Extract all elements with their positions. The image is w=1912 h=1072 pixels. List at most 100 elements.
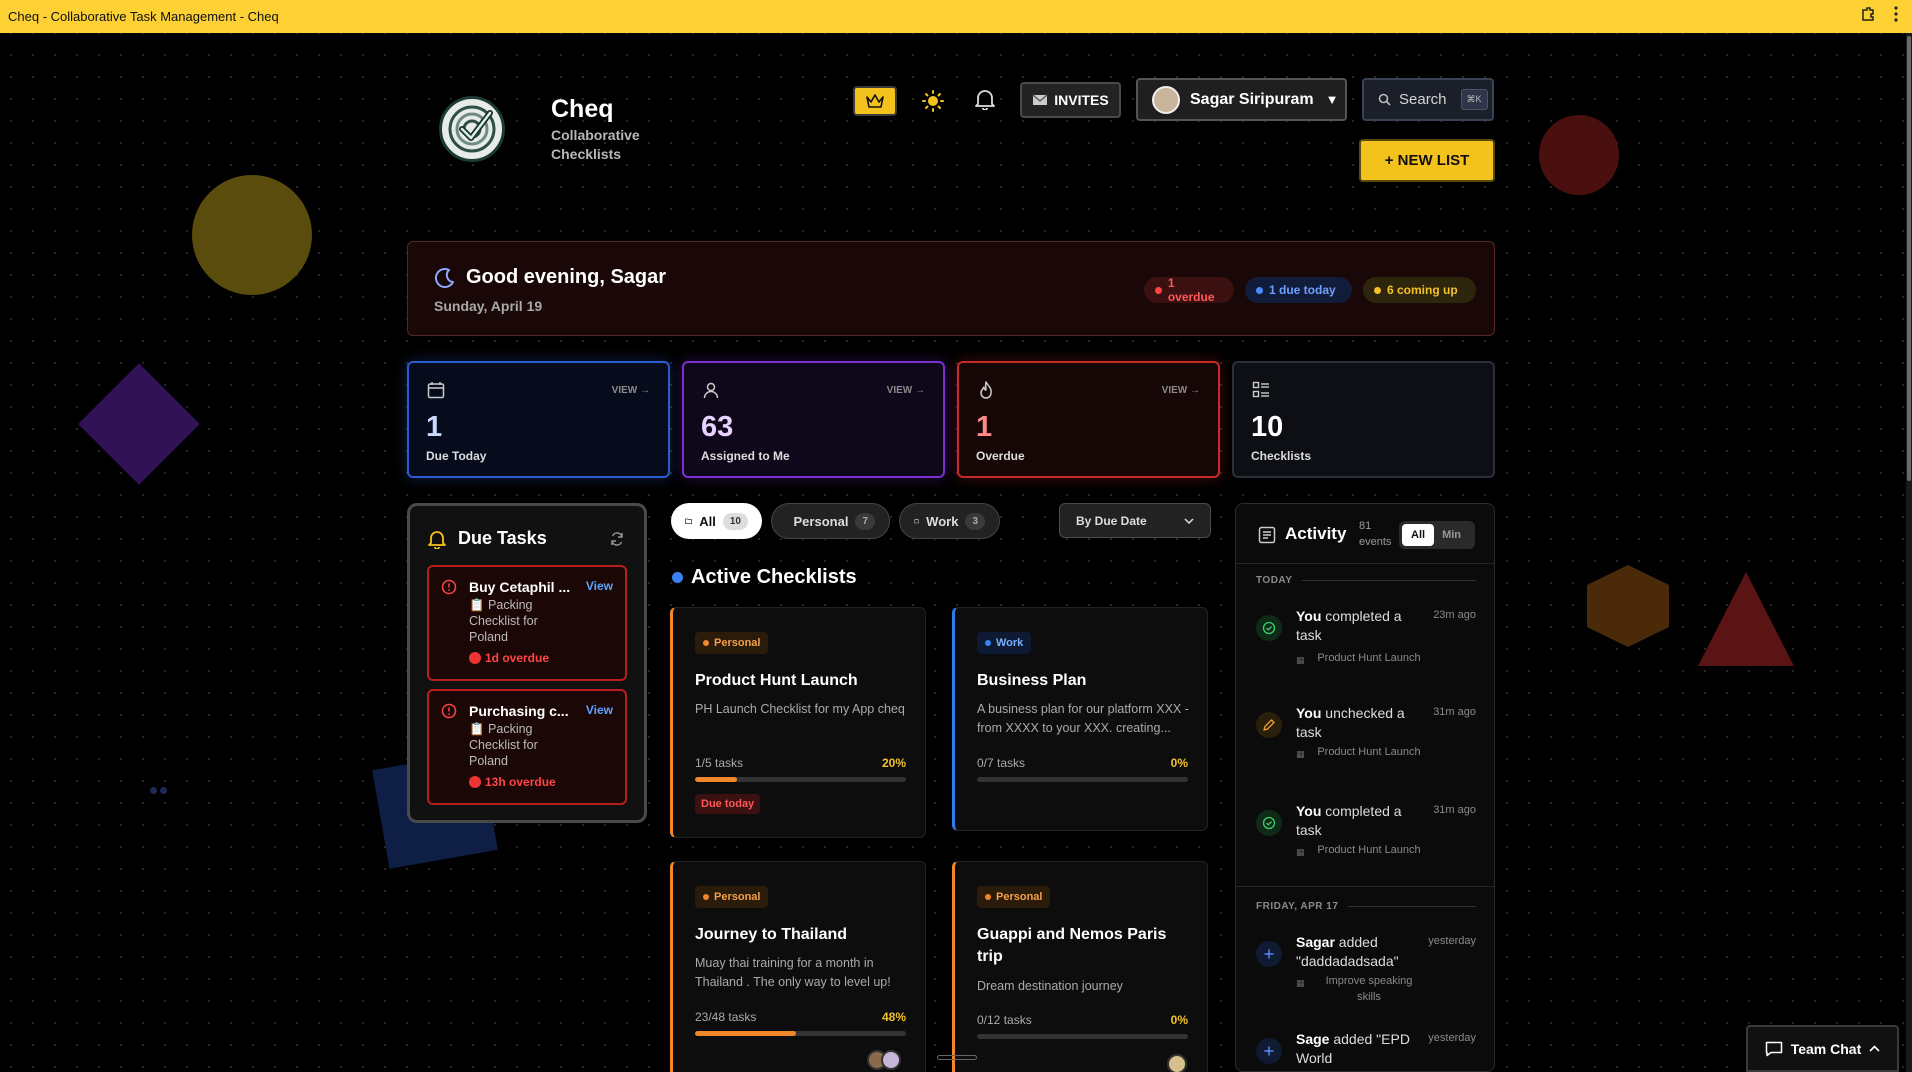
due-today-pill[interactable]: 1 due today <box>1245 277 1352 303</box>
due-task-card[interactable]: Purchasing c... View 📋 Packing Checklist… <box>427 689 627 805</box>
invites-button[interactable]: INVITES <box>1020 82 1121 118</box>
team-chat-button[interactable]: Team Chat <box>1746 1025 1899 1072</box>
chat-icon <box>1765 1041 1782 1056</box>
due-task-list: 📋 Packing Checklist for Poland <box>469 598 538 644</box>
activity-title: Activity <box>1285 524 1347 543</box>
deco-dots <box>150 787 170 795</box>
filter-all[interactable]: All 10 <box>671 503 762 539</box>
filter-all-count: 10 <box>722 512 748 530</box>
user-icon <box>703 382 719 399</box>
activity-item[interactable]: Sagar added "daddadadsada" yesterday ▦ I… <box>1256 933 1476 1025</box>
active-checklists-heading: Active Checklists <box>672 566 857 589</box>
checklist-title: Product Hunt Launch <box>695 672 858 689</box>
due-task-view-link[interactable]: View <box>586 579 613 593</box>
stat-label: Due Today <box>426 449 487 463</box>
deco-red-triangle <box>1698 572 1794 666</box>
overdue-text: 13h overdue <box>485 775 556 789</box>
list-icon: ▦ <box>1296 749 1305 759</box>
crown-icon <box>866 94 884 108</box>
due-today-pill-label: 1 due today <box>1269 283 1336 297</box>
activity-view-toggle[interactable]: All Min <box>1399 521 1475 549</box>
filter-personal[interactable]: Personal 7 <box>771 503 890 539</box>
checklist-card[interactable]: Personal Product Hunt Launch PH Launch C… <box>670 607 926 838</box>
premium-button[interactable] <box>853 86 897 116</box>
stat-due-today[interactable]: VIEW → 1 Due Today <box>407 361 670 478</box>
coming-up-pill[interactable]: 6 coming up <box>1363 277 1476 303</box>
flame-icon <box>980 381 992 399</box>
briefcase-icon <box>914 518 920 524</box>
logo-check-icon <box>448 105 496 153</box>
stat-value: 10 <box>1251 411 1284 443</box>
stat-label: Assigned to Me <box>701 449 790 463</box>
activity-list-icon <box>1258 526 1276 544</box>
activity-group-header: FRIDAY, APR 17 <box>1256 901 1476 912</box>
refresh-icon[interactable] <box>610 532 624 546</box>
toggle-min[interactable]: Min <box>1434 524 1469 546</box>
checklist-title: Journey to Thailand <box>695 926 848 943</box>
search-button[interactable]: Search ⌘K <box>1362 78 1494 121</box>
overdue-pill[interactable]: 1 overdue <box>1144 276 1234 304</box>
due-task-card[interactable]: Buy Cetaphil ... View 📋 Packing Checklis… <box>427 565 627 681</box>
drag-handle[interactable] <box>937 1055 977 1060</box>
scrollbar-thumb[interactable] <box>1907 36 1911 481</box>
pencil-icon <box>1256 712 1282 738</box>
stat-view-link[interactable]: VIEW → <box>612 385 650 396</box>
list-icon: ▦ <box>1296 655 1305 665</box>
member-avatar <box>881 1050 901 1070</box>
check-circle-icon <box>1256 810 1282 836</box>
kebab-menu-icon[interactable] <box>1894 6 1898 22</box>
dot-icon <box>985 640 991 646</box>
app-logo[interactable] <box>439 96 505 162</box>
sun-icon <box>922 90 944 112</box>
user-icon <box>786 520 787 522</box>
bell-icon <box>428 531 446 549</box>
stat-view-link[interactable]: VIEW → <box>887 385 925 396</box>
user-menu-button[interactable]: Sagar Siripuram ▼ <box>1136 78 1347 121</box>
search-shortcut: ⌘K <box>1460 89 1488 110</box>
sort-select[interactable]: By Due Date <box>1059 503 1211 538</box>
stat-checklists[interactable]: 10 Checklists <box>1232 361 1495 478</box>
filter-work[interactable]: Work 3 <box>899 503 1000 539</box>
alert-circle-icon <box>441 579 457 595</box>
checklist-progress-fill <box>695 1031 797 1036</box>
stat-overdue[interactable]: VIEW → 1 Overdue <box>957 361 1220 478</box>
user-name: Sagar Siripuram <box>1190 90 1314 108</box>
greeting-banner: Good evening, Sagar Sunday, April 19 1 o… <box>407 241 1495 336</box>
checklist-card[interactable]: Personal Guappi and Nemos Paris trip Dre… <box>952 861 1208 1072</box>
member-avatar <box>1167 1054 1187 1072</box>
extension-icon[interactable] <box>1860 6 1876 22</box>
activity-item[interactable]: Sage added "EPD World yesterday <box>1256 1030 1476 1071</box>
activity-time: yesterday <box>1428 1032 1476 1044</box>
checklist-percent: 20% <box>881 756 906 770</box>
checklist-task-count: 0/12 tasks <box>977 1013 1032 1027</box>
checklist-task-count: 1/5 tasks <box>695 756 744 770</box>
red-circle-icon <box>469 652 481 664</box>
checklist-card[interactable]: Work Business Plan A business plan for o… <box>952 607 1208 831</box>
due-task-view-link[interactable]: View <box>586 703 613 717</box>
activity-text: You unchecked a task <box>1296 704 1416 742</box>
due-task-title: Buy Cetaphil ... <box>469 579 571 595</box>
dot-icon <box>703 640 709 646</box>
activity-text: Sagar added "daddadadsada" <box>1296 933 1416 971</box>
toggle-all[interactable]: All <box>1402 524 1435 546</box>
stat-view-link[interactable]: VIEW → <box>1162 385 1200 396</box>
activity-item[interactable]: You unchecked a task 31m ago ▦ Product H… <box>1256 704 1476 796</box>
activity-item[interactable]: You completed a task 31m ago ▦ Product H… <box>1256 802 1476 894</box>
dot-icon <box>703 894 709 900</box>
checklist-card[interactable]: Personal Journey to Thailand Muay thai t… <box>670 861 926 1072</box>
stat-assigned-to-me[interactable]: VIEW → 63 Assigned to Me <box>682 361 945 478</box>
chevron-up-icon <box>1869 1045 1880 1052</box>
due-task-list: 📋 Packing Checklist for Poland <box>469 722 538 768</box>
checklist-task-count: 23/48 tasks <box>695 1010 757 1024</box>
new-list-button[interactable]: + NEW LIST <box>1359 139 1495 182</box>
activity-item[interactable]: You completed a task 23m ago ▦ Product H… <box>1256 607 1476 699</box>
activity-user: You <box>1296 608 1322 624</box>
activity-text: You completed a task <box>1296 607 1416 645</box>
red-dot-icon <box>1155 286 1162 294</box>
theme-toggle-button[interactable] <box>918 86 948 116</box>
blue-dot-icon <box>1256 286 1263 294</box>
moon-icon <box>434 268 454 289</box>
filter-personal-label: Personal <box>793 513 849 529</box>
yellow-dot-icon <box>1374 286 1381 294</box>
notifications-button[interactable] <box>970 84 1000 114</box>
